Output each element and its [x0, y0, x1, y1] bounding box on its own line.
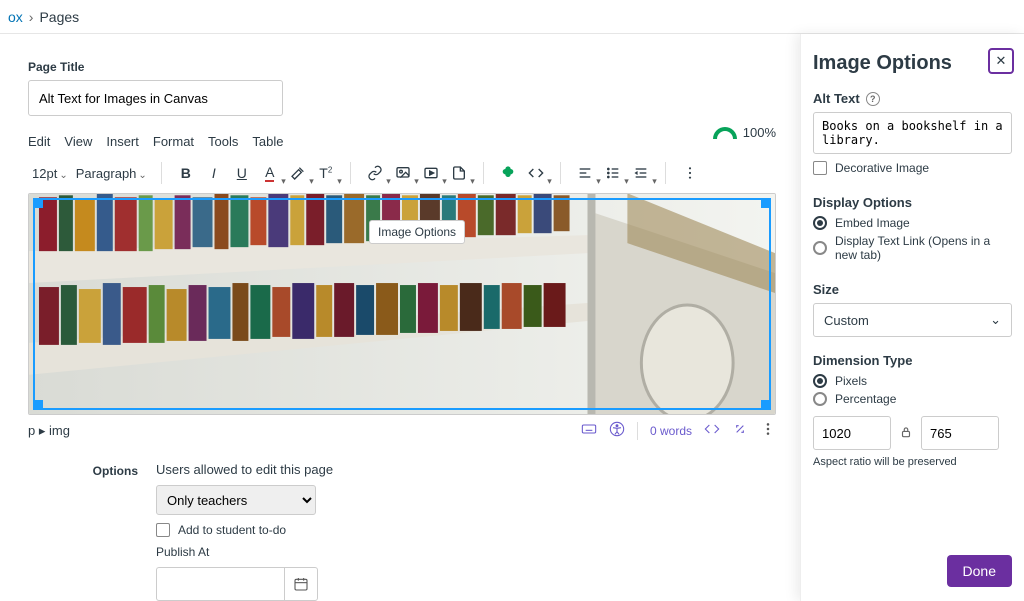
decorative-checkbox[interactable] — [813, 161, 827, 175]
who-can-edit-select[interactable]: Only teachers — [156, 485, 316, 515]
resize-handle-tl[interactable] — [35, 200, 43, 208]
add-todo-label: Add to student to-do — [178, 523, 286, 537]
resize-handle-br[interactable] — [761, 400, 769, 408]
width-input[interactable] — [813, 416, 891, 450]
display-options-label: Display Options — [813, 195, 1012, 210]
done-button[interactable]: Done — [947, 555, 1012, 587]
text-color-button[interactable]: A — [256, 159, 284, 187]
size-select[interactable]: Custom ⌄ — [813, 303, 1012, 337]
embed-image-radio[interactable] — [813, 216, 827, 230]
publish-at-input[interactable] — [156, 567, 284, 601]
highlight-button[interactable] — [284, 159, 312, 187]
a11y-checker-icon[interactable] — [609, 421, 625, 440]
element-path[interactable]: p ▸ img — [28, 423, 70, 439]
embed-button[interactable] — [522, 159, 550, 187]
a11y-score: 100% — [743, 125, 776, 140]
apps-button[interactable] — [494, 159, 522, 187]
more-status-icon[interactable] — [760, 421, 776, 440]
size-label: Size — [813, 282, 1012, 297]
editor-content[interactable]: Image Options — [28, 193, 776, 415]
embed-image-label: Embed Image — [835, 216, 910, 230]
pixels-radio[interactable] — [813, 374, 827, 388]
editor-menubar: Edit View Insert Format Tools Table — [28, 134, 283, 149]
alt-text-input[interactable] — [813, 112, 1012, 154]
editor-toolbar: 12pt⌄ Paragraph⌄ B I U A T2 — [28, 159, 776, 187]
link-button[interactable] — [361, 159, 389, 187]
breadcrumb: ox › Pages — [0, 0, 1024, 34]
breadcrumb-prev[interactable]: ox — [8, 9, 23, 25]
publish-at-label: Publish At — [156, 545, 333, 559]
chevron-right-icon: › — [29, 9, 34, 25]
menu-table[interactable]: Table — [252, 134, 283, 149]
options-note: Users allowed to edit this page — [156, 462, 333, 477]
help-icon[interactable]: ? — [866, 92, 880, 106]
menu-insert[interactable]: Insert — [106, 134, 139, 149]
height-input[interactable] — [921, 416, 999, 450]
media-button[interactable] — [417, 159, 445, 187]
menu-tools[interactable]: Tools — [208, 134, 238, 149]
a11y-gauge-icon — [713, 127, 737, 139]
fullscreen-icon[interactable] — [732, 421, 748, 440]
keyboard-shortcuts-icon[interactable] — [581, 421, 597, 440]
page-title-input[interactable] — [28, 80, 283, 116]
chevron-down-icon: ⌄ — [990, 312, 1001, 328]
underline-button[interactable]: U — [228, 159, 256, 187]
alt-text-label: Alt Text — [813, 91, 860, 106]
menu-format[interactable]: Format — [153, 134, 194, 149]
lock-icon[interactable] — [899, 425, 913, 442]
text-link-radio[interactable] — [813, 241, 827, 255]
aspect-ratio-note: Aspect ratio will be preserved — [813, 456, 1012, 468]
image-options-tooltip[interactable]: Image Options — [369, 220, 465, 244]
close-button[interactable]: ✕ — [988, 48, 1014, 74]
resize-handle-bl[interactable] — [35, 400, 43, 408]
bullet-list-button[interactable] — [599, 159, 627, 187]
resize-handle-tr[interactable] — [761, 200, 769, 208]
menu-edit[interactable]: Edit — [28, 134, 50, 149]
decorative-label: Decorative Image — [835, 161, 929, 175]
menu-view[interactable]: View — [64, 134, 92, 149]
close-icon: ✕ — [996, 53, 1007, 69]
italic-button[interactable]: I — [200, 159, 228, 187]
calendar-icon[interactable] — [284, 567, 318, 601]
add-todo-checkbox[interactable] — [156, 523, 170, 537]
image-options-panel: Image Options ✕ Alt Text ? Decorative Im… — [800, 34, 1024, 601]
word-count[interactable]: 0 words — [650, 424, 692, 438]
align-button[interactable] — [571, 159, 599, 187]
dimension-type-label: Dimension Type — [813, 353, 1012, 368]
percentage-radio[interactable] — [813, 392, 827, 406]
font-size-select[interactable]: 12pt⌄ — [28, 162, 72, 185]
panel-title: Image Options — [813, 52, 1012, 75]
outdent-button[interactable] — [627, 159, 655, 187]
options-label: Options — [28, 462, 138, 601]
page-title-label: Page Title — [28, 60, 84, 74]
percentage-label: Percentage — [835, 392, 896, 406]
image-button[interactable] — [389, 159, 417, 187]
pixels-label: Pixels — [835, 374, 867, 388]
breadcrumb-current: Pages — [39, 9, 79, 25]
text-link-label: Display Text Link (Opens in a new tab) — [835, 234, 1012, 262]
document-button[interactable] — [445, 159, 473, 187]
block-format-select[interactable]: Paragraph⌄ — [72, 162, 151, 185]
bold-button[interactable]: B — [172, 159, 200, 187]
more-button[interactable] — [676, 159, 704, 187]
superscript-button[interactable]: T2 — [312, 159, 340, 187]
html-view-icon[interactable] — [704, 421, 720, 440]
